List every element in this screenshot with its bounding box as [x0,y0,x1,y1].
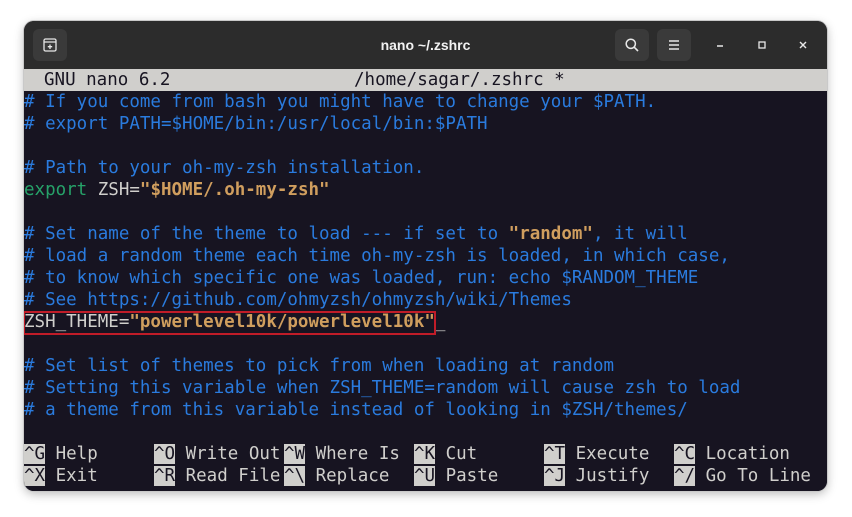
terminal-window: nano ~/.zshrc GNU nano 6.2 /home/sagar/.… [24,21,827,491]
shortcut-execute[interactable]: ^T Execute [544,443,649,465]
hamburger-menu-icon [669,40,679,50]
terminal-content[interactable]: GNU nano 6.2/home/sagar/.zshrc * # If yo… [24,69,827,491]
shortcut-location[interactable]: ^C Location [674,443,790,465]
comment-text: # Set name of the theme to load --- if s… [24,224,509,244]
editor-line-15: # a theme from this variable instead of … [24,400,688,420]
editor-line-8: # load a random theme each time oh-my-zs… [24,246,730,266]
editor-line-2: # export PATH=$HOME/bin:/usr/local/bin:$… [24,114,488,134]
menu-button[interactable] [657,29,691,61]
zsh-path-string: "$HOME/.oh-my-zsh" [139,180,330,200]
editor-line-14: # Setting this variable when ZSH_THEME=r… [24,378,741,398]
maximize-button[interactable] [751,34,773,56]
new-tab-icon [43,38,57,52]
editor-line-1: # If you come from bash you might have t… [24,92,657,112]
shortcut-write-out[interactable]: ^O Write Out [154,443,280,465]
shortcut-go-to-line[interactable]: ^/ Go To Line [674,465,811,487]
editor-line-13: # Set list of themes to pick from when l… [24,356,615,376]
titlebar: nano ~/.zshrc [24,21,827,69]
editor-line-4: # Path to your oh-my-zsh installation. [24,158,425,178]
text-cursor: _ [434,312,446,332]
editor-line-5: export ZSH="$HOME/.oh-my-zsh" [24,179,330,201]
close-icon [799,41,807,49]
highlight-box [24,311,436,335]
nano-header-bar: GNU nano 6.2/home/sagar/.zshrc * [24,69,827,91]
editor-line-9: # to know which specific one was loaded,… [24,268,699,288]
search-icon [625,38,639,52]
minimize-button[interactable] [709,34,731,56]
close-button[interactable] [792,34,814,56]
nano-version: GNU nano 6.2 [44,70,171,90]
shortcut-cut[interactable]: ^K Cut [414,443,477,465]
new-tab-button[interactable] [33,29,67,61]
shortcut-where-is[interactable]: ^W Where Is [284,443,400,465]
shortcut-read-file[interactable]: ^R Read File [154,465,280,487]
editor-line-10: # See https://github.com/ohmyzsh/ohmyzsh… [24,290,572,310]
comment-text: , it will [592,224,688,244]
window-title: nano ~/.zshrc [380,37,471,53]
maximize-icon [758,41,766,49]
random-string: "random" [508,224,593,244]
shortcut-justify[interactable]: ^J Justify [544,465,649,487]
export-keyword: export [24,180,88,200]
search-button[interactable] [615,29,649,61]
editor-line-7: # Set name of the theme to load --- if s… [24,223,688,245]
shortcut-help[interactable]: ^G Help [24,443,98,465]
shortcut-replace[interactable]: ^\ Replace [284,465,389,487]
shortcut-exit[interactable]: ^X Exit [24,465,98,487]
zsh-variable: ZSH= [87,180,140,200]
nano-filename: /home/sagar/.zshrc * [354,70,565,90]
shortcut-paste[interactable]: ^U Paste [414,465,498,487]
minimize-icon [717,45,723,47]
